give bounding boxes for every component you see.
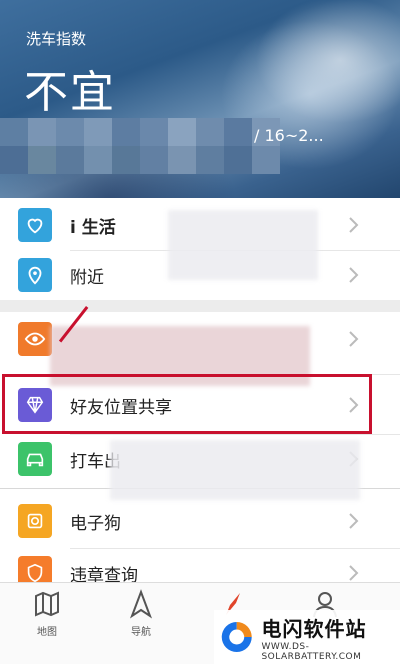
tab-navigation[interactable]: 导航 <box>106 589 176 638</box>
watermark-title: 电闪软件站 <box>261 616 367 641</box>
chevron-right-icon <box>349 267 359 283</box>
watermark-url: WWW.DS-SOLARBATTERY.COM <box>261 641 362 662</box>
highlight-box <box>2 374 372 434</box>
site-watermark: 电闪软件站 WWW.DS-SOLARBATTERY.COM <box>214 610 400 664</box>
car-wash-index-value: 不宜 <box>24 67 116 118</box>
temperature-range: / 16~2... <box>254 126 324 145</box>
menu-item-label: 电子狗 <box>70 513 121 534</box>
chevron-right-icon <box>349 217 359 233</box>
tab-label: 导航 <box>131 627 151 638</box>
menu-item-label: 附近 <box>70 267 104 288</box>
heart-icon <box>18 208 52 242</box>
watermark-logo-icon <box>221 622 252 652</box>
eye-icon <box>18 322 52 356</box>
car-icon <box>18 442 52 476</box>
tab-map[interactable]: 地图 <box>12 589 82 638</box>
blur-patch <box>168 210 318 280</box>
navigation-arrow-icon <box>129 589 153 619</box>
car-wash-index-banner[interactable]: 洗车指数 不宜 / 16~2... <box>0 0 400 198</box>
chevron-right-icon <box>349 565 359 581</box>
menu-item-label: i 生活 <box>70 217 116 238</box>
camera-icon <box>18 504 52 538</box>
tab-label: 地图 <box>37 627 57 638</box>
chevron-right-icon <box>349 513 359 529</box>
map-icon <box>35 591 59 617</box>
location-pin-icon <box>18 258 52 292</box>
chevron-right-icon <box>349 331 359 347</box>
car-wash-index-label: 洗车指数 <box>26 30 87 48</box>
menu-item-speed-camera[interactable]: 电子狗 <box>0 494 400 548</box>
watermark-text: 电闪软件站 WWW.DS-SOLARBATTERY.COM <box>261 613 400 662</box>
blur-patch <box>110 440 360 500</box>
